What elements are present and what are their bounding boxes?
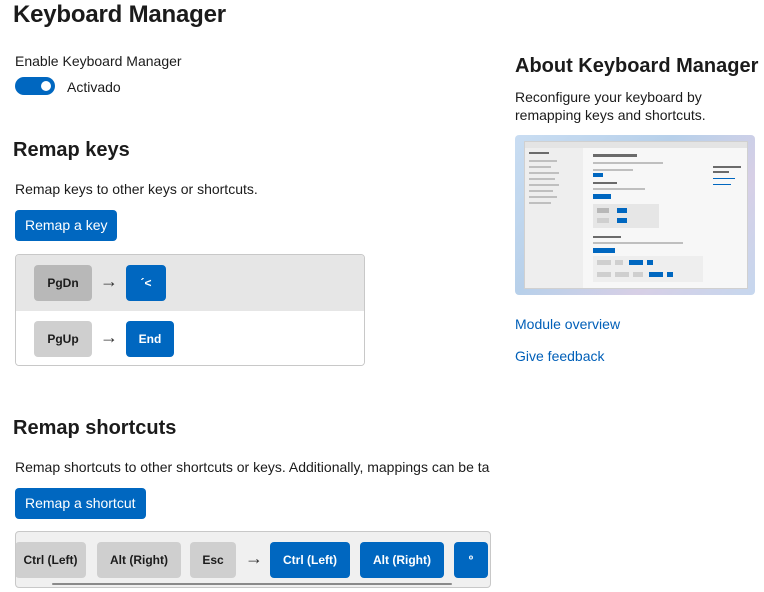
enable-state-label: Activado — [67, 79, 121, 95]
remap-keys-description: Remap keys to other keys or shortcuts. — [15, 181, 258, 197]
shortcut-original-key: Ctrl (Left) — [16, 542, 86, 578]
enable-toggle[interactable] — [15, 77, 55, 95]
enable-label: Enable Keyboard Manager — [15, 53, 182, 69]
preview-sidebar — [525, 148, 583, 288]
about-heading: About Keyboard Manager — [515, 55, 759, 77]
key-mapping-row[interactable]: PgDn → ´< — [16, 255, 364, 311]
remap-shortcuts-heading: Remap shortcuts — [13, 417, 177, 439]
remap-shortcuts-description: Remap shortcuts to other shortcuts or ke… — [15, 459, 490, 475]
remap-keys-heading: Remap keys — [13, 139, 130, 161]
toggle-knob — [41, 81, 51, 91]
shortcut-remapped-key: º — [454, 542, 488, 578]
page-title: Keyboard Manager — [13, 1, 226, 28]
give-feedback-link[interactable]: Give feedback — [515, 348, 605, 364]
horizontal-scrollbar[interactable] — [52, 583, 452, 585]
shortcut-remapped-key: Ctrl (Left) — [270, 542, 350, 578]
key-mapping-row[interactable]: PgUp → End — [16, 311, 364, 365]
arrow-right-icon: → — [245, 548, 263, 568]
module-overview-link[interactable]: Module overview — [515, 316, 620, 332]
key-original: PgDn — [34, 265, 92, 301]
about-description-line1: Reconfigure your keyboard by — [515, 89, 702, 105]
key-original: PgUp — [34, 321, 92, 357]
remap-keys-list: PgDn → ´< PgUp → End — [15, 254, 365, 366]
key-remapped: End — [126, 321, 174, 357]
shortcut-remapped-key: Alt (Right) — [360, 542, 444, 578]
preview-window — [524, 141, 748, 289]
arrow-right-icon: → — [100, 271, 118, 291]
shortcut-original-key: Esc — [190, 542, 236, 578]
remap-key-button[interactable]: Remap a key — [15, 210, 118, 241]
shortcut-original-key: Alt (Right) — [97, 542, 181, 578]
about-description-line2: remapping keys and shortcuts. — [515, 107, 706, 123]
remap-shortcut-button[interactable]: Remap a shortcut — [15, 488, 146, 519]
key-remapped: ´< — [126, 265, 166, 301]
remap-shortcuts-list: Ctrl (Left) Alt (Right) Esc → Ctrl (Left… — [15, 531, 491, 588]
arrow-right-icon: → — [100, 327, 118, 347]
module-preview-image — [515, 135, 755, 295]
